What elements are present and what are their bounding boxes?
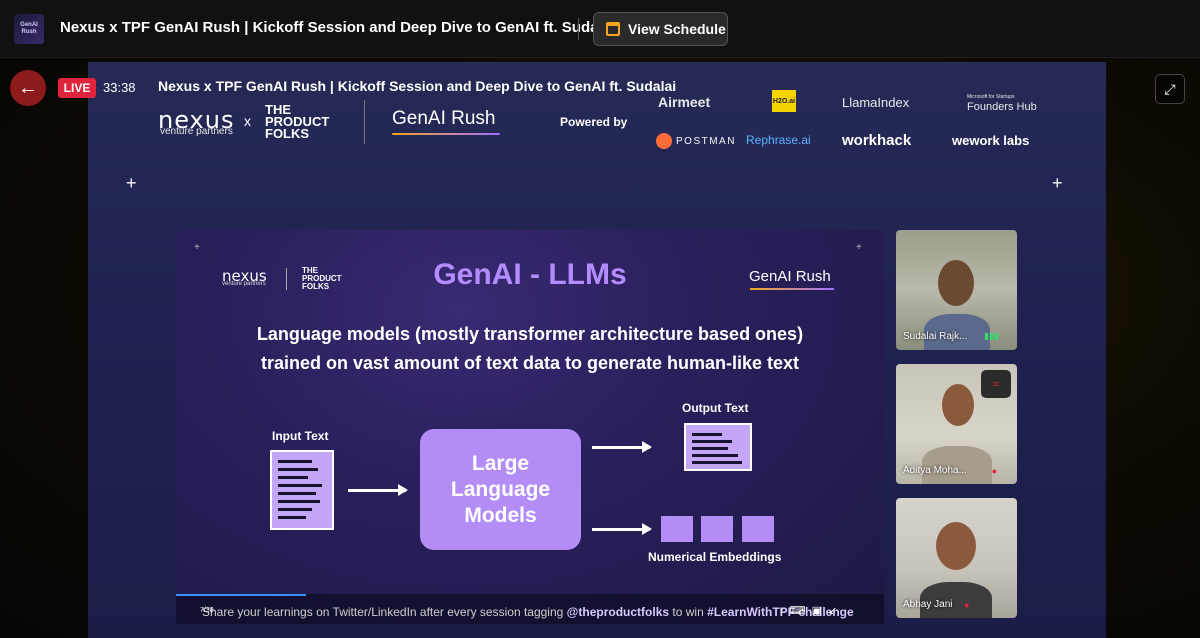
view-schedule-label: View Schedule [628, 21, 726, 37]
decor-plus-icon: + [194, 242, 200, 253]
participant-video [942, 384, 974, 426]
postman-logo: POSTMAN [656, 133, 736, 149]
banner-divider [364, 100, 365, 144]
no-connection-icon: ≈ [981, 370, 1011, 398]
announcement-ticker: Share your learnings on Twitter/LinkedIn… [202, 605, 854, 619]
participant-tile[interactable]: ≈ Aditya Moha... ● [896, 364, 1017, 484]
embeddings-label: Numerical Embeddings [648, 550, 782, 564]
tpf-logo: THE PRODUCT FOLKS [265, 102, 330, 141]
nexus-subtitle: venture partners [160, 126, 233, 137]
rephrase-logo: Rephrase.ai [746, 133, 811, 147]
slide-description-line2: trained on vast amount of text data to g… [260, 353, 800, 373]
keyboard-icon[interactable]: ⌨ [790, 605, 812, 617]
embedding-block [701, 516, 733, 542]
slide-description-line1: Language models (mostly transformer arch… [256, 324, 804, 344]
slide-genai-logo: GenAI Rush [749, 268, 831, 285]
slide-page-number: 7/38 [200, 607, 214, 614]
participant-name: Abhay Jani [903, 599, 953, 610]
view-schedule-button[interactable]: View Schedule [593, 12, 728, 46]
output-text-label: Output Text [682, 401, 749, 415]
participant-name: Aditya Moha... [903, 465, 967, 476]
top-bar: GenAI Rush Nexus x TPF GenAI Rush | Kick… [0, 0, 1200, 58]
postman-icon [656, 133, 672, 149]
event-thumb-text: GenAI Rush [20, 22, 38, 35]
live-badge: LIVE [58, 78, 96, 98]
airmeet-logo: Airmeet [658, 94, 711, 110]
x-separator: x [244, 113, 251, 129]
slide-genai-underline [750, 288, 834, 290]
pip-icon[interactable]: ▣ [812, 605, 828, 617]
wework-labs-logo: wework labs [952, 133, 1030, 148]
embedding-block [661, 516, 693, 542]
input-text-label: Input Text [272, 429, 329, 443]
slide-progress-bar [176, 594, 306, 596]
prev-slide-icon[interactable]: ‹ [780, 605, 790, 617]
back-button[interactable]: ← [10, 70, 46, 106]
event-thumbnail[interactable]: GenAI Rush [14, 14, 44, 44]
llamaindex-logo: LlamaIndex [842, 95, 910, 110]
participant-video [938, 260, 974, 306]
mic-muted-icon: ● [964, 600, 970, 610]
ticker-prefix: Share your learnings on Twitter/LinkedIn… [202, 605, 564, 619]
participant-tile[interactable]: Sudalai Rajk... ▮▮▮ [896, 230, 1017, 350]
audio-level-icon: ▮▮▮ [984, 331, 999, 341]
input-document-icon [270, 450, 334, 530]
workhack-logo: workhack [842, 132, 912, 149]
founders-hub-logo: Microsoft for Startups Founders Hub [967, 92, 1037, 113]
decor-plus-icon: + [126, 173, 137, 193]
participant-name: Sudalai Rajk... [903, 331, 968, 342]
genai-underline [392, 133, 500, 135]
arrow-right-icon [348, 484, 408, 496]
slide-description: Language models (mostly transformer arch… [176, 320, 884, 378]
divider [578, 18, 579, 40]
slide-controls: ‹⌨▣↙ [780, 604, 843, 617]
output-document-icon [684, 423, 752, 471]
embedding-block [742, 516, 774, 542]
ticker-handle: @theproductfolks [566, 605, 670, 619]
arrow-right-icon [592, 523, 652, 535]
genai-rush-logo: GenAI Rush [392, 108, 496, 129]
mic-muted-icon: ● [991, 466, 997, 476]
fullscreen-icon: ⤢ [1164, 80, 1176, 97]
powered-by-label: Powered by [560, 115, 628, 129]
llm-block: Large Language Models [420, 429, 581, 550]
postman-text: POSTMAN [676, 135, 736, 147]
h2o-logo: H2O.ai [772, 90, 796, 112]
elapsed-time: 33:38 [103, 80, 136, 95]
arrow-left-icon: ← [18, 76, 38, 99]
presentation-slide: + + nexus venture partners THE PRODUCT F… [176, 230, 884, 624]
arrow-right-icon [592, 441, 652, 453]
fullscreen-button[interactable]: ⤢ [1155, 74, 1185, 104]
stream-title: Nexus x TPF GenAI Rush | Kickoff Session… [158, 78, 677, 94]
decor-plus-icon: + [856, 242, 862, 253]
event-title: Nexus x TPF GenAI Rush | Kickoff Session… [60, 19, 616, 36]
calendar-icon [606, 22, 620, 36]
collapse-icon[interactable]: ↙ [828, 605, 843, 617]
decor-plus-icon: + [1052, 173, 1063, 193]
founders-hub-text: Founders Hub [967, 101, 1037, 113]
participant-video [936, 522, 976, 570]
ticker-mid: to win [672, 605, 704, 619]
participant-tile[interactable]: Abhay Jani ● [896, 498, 1017, 618]
